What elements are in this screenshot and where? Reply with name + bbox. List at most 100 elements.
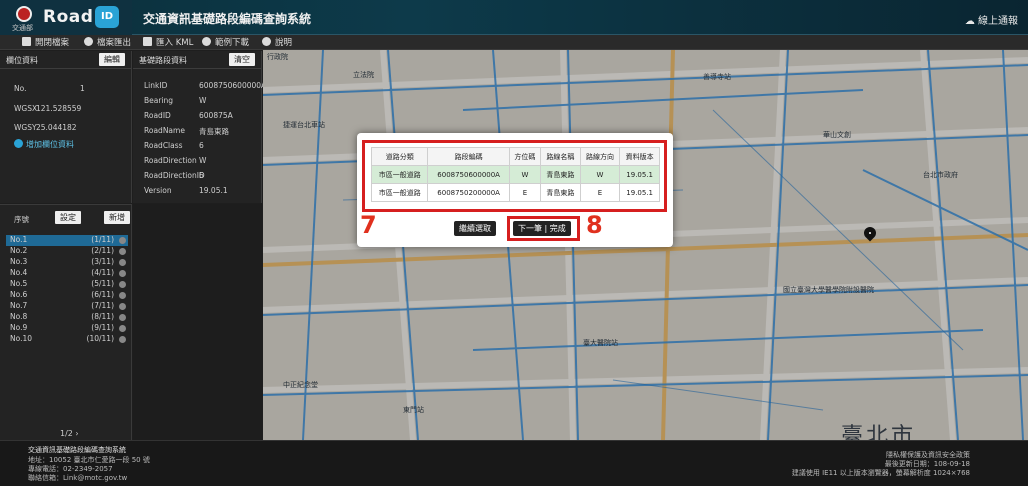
result-table: 道路分類 路段編碼 方位碼 路線名稱 路線方向 資料版本 市區一般道路 6008… xyxy=(370,147,660,202)
field-value: 25.044182 xyxy=(36,123,77,132)
report-link[interactable]: ☁ 線上通報 xyxy=(965,12,1018,27)
position-panel-header: 欄位資料 編輯 xyxy=(0,51,131,69)
toolbar-export[interactable]: 檔案匯出 xyxy=(84,36,131,48)
record-list-panel: 序號 設定 新增 No.1 (1/11) No.2 (2/11) No.3 (3/11… xyxy=(0,204,132,440)
footer-site-name: 交通資訊基礎路段編碼查詢系統 xyxy=(28,446,126,454)
logo[interactable]: 交通部 Road ID xyxy=(0,0,132,35)
list-item[interactable]: No.4 (4/11) xyxy=(10,268,128,279)
table-cell: 市區一般道路 xyxy=(370,165,429,184)
footer-email[interactable]: 聯絡信箱：Link@motc.gov.tw xyxy=(28,473,127,483)
table-row[interactable]: 市區一般道路 6008750600000A W 青島東路 W 19.05.1 xyxy=(370,165,660,184)
top-bar: 交通部 Road ID 交通資訊基礎路段編碼查詢系統 ☁ 線上通報 xyxy=(0,0,1028,35)
table-cell: 市區一般道路 xyxy=(370,183,429,202)
list-item-count: (4/11) xyxy=(91,268,114,277)
check-icon xyxy=(119,314,126,321)
road-field-key: RoadDirectionID xyxy=(144,171,205,180)
app-root: 交通部 Road ID 交通資訊基礎路段編碼查詢系統 ☁ 線上通報 開閉檔案 檔… xyxy=(0,0,1028,486)
table-cell: 6008750200000A xyxy=(427,183,510,202)
list-item[interactable]: No.10 (10/11) xyxy=(10,334,128,345)
annotation-number-7: 7 xyxy=(360,211,377,239)
table-row[interactable]: 市區一般道路 6008750200000A E 青島東路 E 19.05.1 xyxy=(370,183,660,202)
list-item-name: No.10 xyxy=(10,334,32,343)
list-item[interactable]: No.5 (5/11) xyxy=(10,279,128,290)
toolbar: 開閉檔案 檔案匯出 匯入 KML 範例下載 說明 xyxy=(0,35,1028,50)
logo-badge: ID xyxy=(95,6,119,28)
road-field-key: Bearing xyxy=(144,96,174,105)
right-blank-panel xyxy=(133,204,262,440)
app-title: 交通資訊基礎路段編碼查詢系統 xyxy=(143,12,312,26)
road-panel: 基礎路段資料 清空 LinkID 6008750600000A Bearing … xyxy=(133,51,266,203)
road-panel-header: 基礎路段資料 清空 xyxy=(133,51,261,69)
road-field-value: W xyxy=(199,156,207,165)
field-key: No. xyxy=(14,84,27,93)
toolbar-help[interactable]: 說明 xyxy=(262,36,292,48)
list-item-name: No.6 xyxy=(10,290,28,299)
toolbar-import-kml[interactable]: 匯入 KML xyxy=(143,36,193,48)
plus-circle-icon xyxy=(14,139,23,148)
list-item-name: No.7 xyxy=(10,301,28,310)
road-select-dialog: 道路分類 路段編碼 方位碼 路線名稱 路線方向 資料版本 市區一般道路 6008… xyxy=(357,133,673,247)
list-item-name: No.1 xyxy=(10,235,28,244)
road-field-value: 19.05.1 xyxy=(199,186,228,195)
clear-button[interactable]: 清空 xyxy=(229,53,255,66)
toolbar-download-sample[interactable]: 範例下載 xyxy=(202,36,249,48)
help-icon xyxy=(262,37,271,46)
table-cell: E xyxy=(508,183,542,202)
check-icon xyxy=(119,259,126,266)
road-panel-title: 基礎路段資料 xyxy=(139,56,187,65)
add-field-label: 增加欄位資料 xyxy=(26,140,74,149)
table-cell: 19.05.1 xyxy=(619,165,660,184)
table-header-row: 道路分類 路段編碼 方位碼 路線名稱 路線方向 資料版本 xyxy=(370,147,660,166)
next-finish-button[interactable]: 下一筆 | 完成 xyxy=(513,221,571,236)
add-record-button[interactable]: 新增 xyxy=(104,211,130,224)
check-icon xyxy=(119,248,126,255)
column-header: 道路分類 xyxy=(370,147,429,166)
road-field-value: 6008750600000A xyxy=(199,81,267,90)
road-field-value: 600875A xyxy=(199,111,233,120)
field-value: 1 xyxy=(80,84,85,93)
table-cell: W xyxy=(579,165,621,184)
list-item-count: (7/11) xyxy=(91,301,114,310)
toolbar-label: 開閉檔案 xyxy=(35,38,70,48)
position-panel: 欄位資料 編輯 No. 1 WGSX 121.528559 WGSY 25.04… xyxy=(0,51,132,203)
list-item[interactable]: No.2 (2/11) xyxy=(10,246,128,257)
column-header: 路段編碼 xyxy=(427,147,510,166)
table-cell: 青島東路 xyxy=(540,183,581,202)
toolbar-label: 範例下載 xyxy=(215,38,250,48)
pager[interactable]: 1/2 › xyxy=(60,429,79,438)
list-item-count: (6/11) xyxy=(91,290,114,299)
export-icon xyxy=(84,37,93,46)
footer-browser-note: 建議使用 IE11 以上版本瀏覽器，螢幕解析度 1024×768 xyxy=(791,469,970,477)
list-item-name: No.3 xyxy=(10,257,28,266)
edit-button[interactable]: 編輯 xyxy=(99,53,125,66)
road-field-value: 6 xyxy=(199,141,204,150)
logo-subtitle: 交通部 xyxy=(12,24,33,32)
list-item[interactable]: No.9 (9/11) xyxy=(10,323,128,334)
table-cell: 6008750600000A xyxy=(427,165,510,184)
list-item[interactable]: No.8 (8/11) xyxy=(10,312,128,323)
continue-select-button[interactable]: 繼續選取 xyxy=(454,221,496,236)
toolbar-label: 檔案匯出 xyxy=(97,38,132,48)
add-field-button[interactable]: 增加欄位資料 xyxy=(14,139,74,150)
road-field-key: LinkID xyxy=(144,81,168,90)
column-header: 路線方向 xyxy=(579,147,621,166)
check-icon xyxy=(119,303,126,310)
report-label: 線上通報 xyxy=(978,16,1018,27)
check-icon xyxy=(119,281,126,288)
toolbar-open-file[interactable]: 開閉檔案 xyxy=(22,36,69,48)
field-value: 121.528559 xyxy=(36,104,82,113)
check-icon xyxy=(119,237,126,244)
table-cell: E xyxy=(579,183,621,202)
list-item[interactable]: No.6 (6/11) xyxy=(10,290,128,301)
road-field-key: Version xyxy=(144,186,172,195)
column-header: 方位碼 xyxy=(508,147,542,166)
ministry-emblem-icon xyxy=(16,6,32,22)
road-field-value: W xyxy=(199,96,207,105)
list-item[interactable]: No.3 (3/11) xyxy=(10,257,128,268)
list-item[interactable]: No.7 (7/11) xyxy=(10,301,128,312)
road-field-key: RoadName xyxy=(144,126,185,135)
logo-text: Road xyxy=(43,7,94,27)
list-item[interactable]: No.1 (1/11) xyxy=(6,235,128,246)
settings-button[interactable]: 設定 xyxy=(55,211,81,224)
result-table-highlight: 道路分類 路段編碼 方位碼 路線名稱 路線方向 資料版本 市區一般道路 6008… xyxy=(362,140,667,212)
